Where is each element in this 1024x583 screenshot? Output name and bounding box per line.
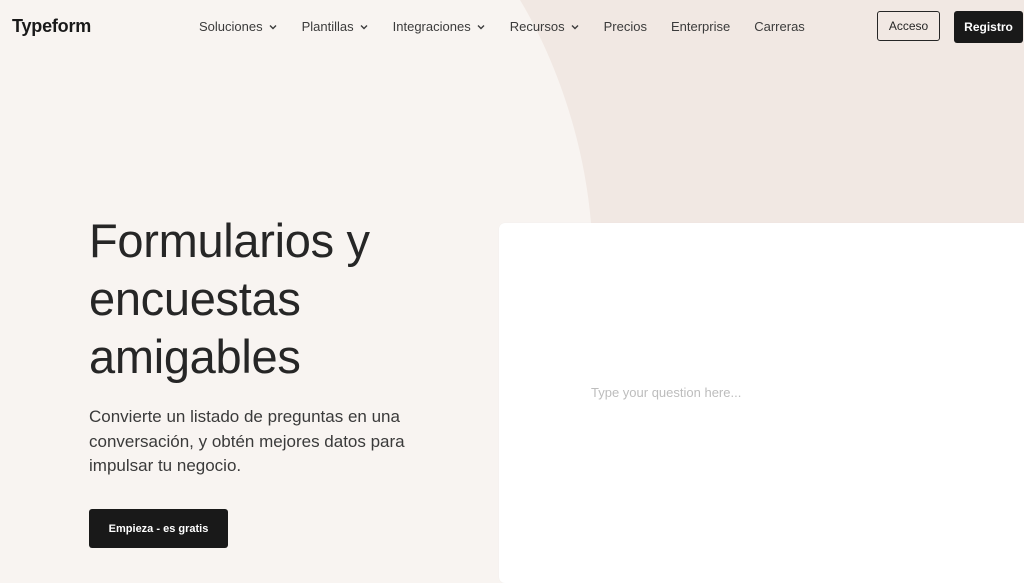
chevron-down-icon: [360, 24, 368, 29]
hero-subtitle: Convierte un listado de preguntas en una…: [89, 407, 405, 475]
nav-item-precios[interactable]: Precios: [604, 19, 647, 34]
chevron-down-icon: [477, 24, 485, 29]
nav-item-label: Carreras: [754, 19, 805, 34]
nav-item-plantillas[interactable]: Plantillas: [302, 19, 369, 34]
hero-title: Formularios y encuestas amigables: [89, 212, 469, 386]
hero-title-line: Formularios y: [89, 214, 370, 267]
nav-item-integraciones[interactable]: Integraciones: [393, 19, 486, 34]
nav-item-label: Recursos: [509, 19, 565, 34]
login-button[interactable]: Acceso: [877, 11, 940, 41]
hero-title-line: encuestas: [89, 272, 301, 325]
chevron-down-icon: [571, 24, 579, 29]
nav-item-label: Soluciones: [199, 19, 263, 34]
nav-item-label: Integraciones: [392, 19, 471, 34]
nav-item-label: Enterprise: [670, 19, 731, 34]
chevron-down-icon: [269, 24, 277, 29]
nav-item-label: Precios: [603, 19, 647, 34]
nav-item-label: Plantillas: [301, 19, 354, 34]
typeform-logo[interactable]: Typeform: [12, 16, 91, 37]
signup-button[interactable]: Registro: [954, 11, 1023, 43]
get-started-free-button[interactable]: Empieza - es gratis: [89, 509, 228, 548]
nav-item-carreras[interactable]: Carreras: [754, 19, 805, 34]
question-input[interactable]: [591, 385, 991, 400]
top-navigation-bar: Typeform Soluciones Plantillas Integraci…: [0, 0, 1024, 54]
nav-item-soluciones[interactable]: Soluciones: [199, 19, 278, 34]
nav-item-recursos[interactable]: Recursos: [510, 19, 580, 34]
form-builder-demo-card: [499, 223, 1024, 583]
hero-title-line: amigables: [89, 330, 301, 383]
main-nav: Soluciones Plantillas Integraciones Recu…: [199, 19, 805, 34]
nav-item-enterprise[interactable]: Enterprise: [671, 19, 730, 34]
